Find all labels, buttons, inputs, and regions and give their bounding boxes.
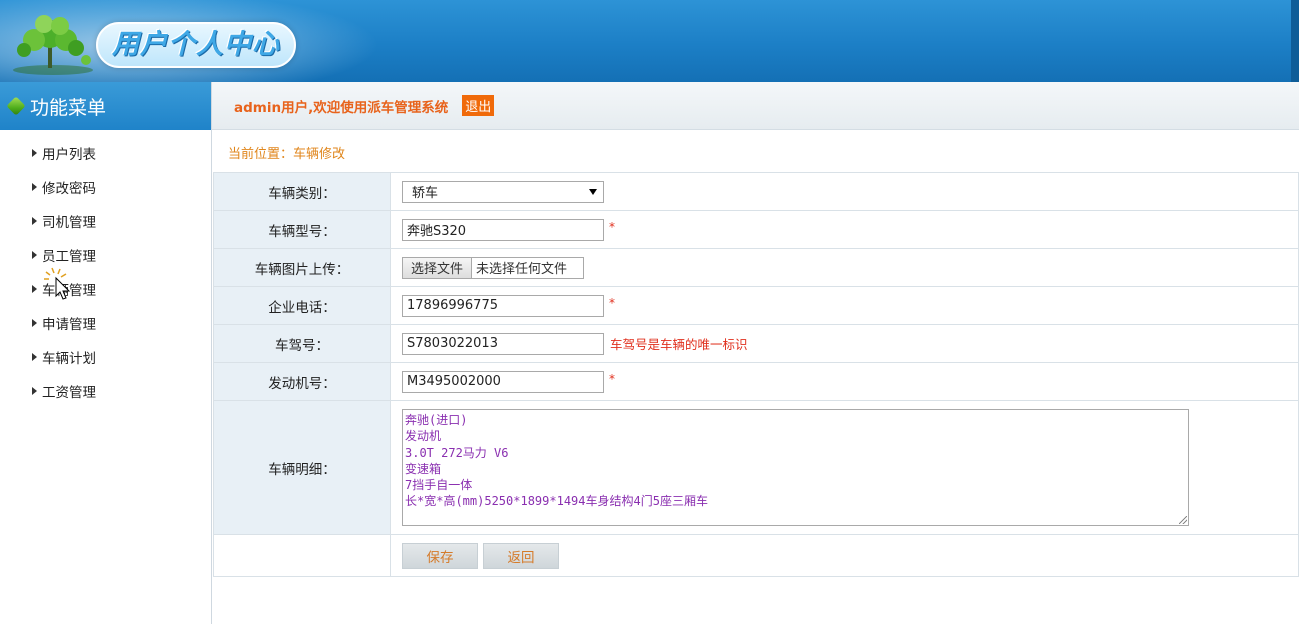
- image-label: 车辆图片上传：: [213, 248, 391, 287]
- form-row-phone: 企业电话： 17896996775 *: [213, 286, 1299, 325]
- file-status: 未选择任何文件: [476, 262, 568, 277]
- mouse-cursor-icon: [44, 267, 71, 300]
- triangle-right-icon: [32, 387, 37, 395]
- required-marker: *: [609, 295, 615, 310]
- triangle-right-icon: [32, 251, 37, 259]
- triangle-right-icon: [32, 353, 37, 361]
- breadcrumb: 当前位置：车辆修改: [228, 147, 346, 162]
- phone-input[interactable]: 17896996775: [402, 294, 604, 317]
- sidebar-item-employees[interactable]: 员工管理: [0, 238, 211, 272]
- detail-textarea[interactable]: 奔驰(进口) 发动机 3.0T 272马力 V6 变速箱 7挡手自一体 长*宽*…: [402, 409, 1189, 526]
- logout-button[interactable]: 退出: [462, 95, 495, 116]
- sidebar-item-change-password[interactable]: 修改密码: [0, 170, 211, 204]
- detail-label: 车辆明细：: [213, 400, 391, 535]
- sidebar: 功能菜单 用户列表 修改密码 司机管理 员工管理 车辆管理 申请管理 车辆计划 …: [0, 82, 212, 624]
- form-row-plate: 车驾号： S7803022013 车驾号是车辆的唯一标识: [213, 324, 1299, 363]
- required-marker: *: [609, 371, 615, 386]
- sidebar-title: 功能菜单: [30, 96, 107, 119]
- welcome-bar: admin用户,欢迎使用派车管理系统 退出: [212, 82, 1299, 130]
- sidebar-item-vehicles[interactable]: 车辆管理: [0, 272, 211, 306]
- file-upload[interactable]: 选择文件 未选择任何文件: [402, 256, 585, 279]
- form-row-actions: 保存 返回: [213, 534, 1299, 577]
- category-select[interactable]: 轿车: [402, 180, 604, 203]
- sidebar-item-applications[interactable]: 申请管理: [0, 306, 211, 340]
- sidebar-header: 功能菜单: [0, 82, 211, 130]
- dropdown-arrow-icon: [589, 188, 597, 195]
- form-row-detail: 车辆明细： 奔驰(进口) 发动机 3.0T 272马力 V6 变速箱 7挡手自一…: [213, 400, 1299, 535]
- sidebar-item-user-list[interactable]: 用户列表: [0, 136, 211, 170]
- save-button[interactable]: 保存: [402, 542, 478, 569]
- sidebar-item-salary[interactable]: 工资管理: [0, 374, 211, 408]
- tree-logo-icon: [13, 15, 93, 75]
- banner-edge: [1291, 0, 1299, 82]
- form-row-engine: 发动机号： M3495002000 *: [213, 362, 1299, 401]
- triangle-right-icon: [32, 217, 37, 225]
- engine-label: 发动机号：: [213, 362, 391, 401]
- sidebar-item-drivers[interactable]: 司机管理: [0, 204, 211, 238]
- app-title: 用户个人中心: [96, 22, 296, 68]
- model-input[interactable]: 奔驰S320: [402, 218, 604, 241]
- back-button[interactable]: 返回: [483, 542, 559, 569]
- form-row-category: 车辆类别： 轿车: [213, 172, 1299, 211]
- phone-label: 企业电话：: [213, 286, 391, 325]
- triangle-right-icon: [32, 149, 37, 157]
- plate-input[interactable]: S7803022013: [402, 332, 604, 355]
- required-marker: *: [609, 219, 615, 234]
- sidebar-menu: 用户列表 修改密码 司机管理 员工管理 车辆管理 申请管理 车辆计划 工资管理: [0, 130, 211, 408]
- triangle-right-icon: [32, 319, 37, 327]
- resize-grip-icon[interactable]: [1179, 516, 1187, 524]
- welcome-text: admin用户,欢迎使用派车管理系统: [234, 99, 449, 116]
- engine-input[interactable]: M3495002000: [402, 370, 604, 393]
- form-row-model: 车辆型号： 奔驰S320 *: [213, 210, 1299, 249]
- plate-label: 车驾号：: [213, 324, 391, 363]
- header-banner: 用户个人中心: [0, 0, 1299, 82]
- choose-file-button[interactable]: 选择文件: [403, 257, 473, 278]
- model-label: 车辆型号：: [213, 210, 391, 249]
- category-label: 车辆类别：: [213, 172, 391, 211]
- form-row-image: 车辆图片上传： 选择文件 未选择任何文件: [213, 248, 1299, 287]
- vehicle-edit-form: 车辆类别： 轿车 车辆型号： 奔驰S320 * 车辆图片上传： 选择文件 未选择任…: [213, 172, 1299, 577]
- plate-hint: 车驾号是车辆的唯一标识: [610, 337, 748, 352]
- cube-icon: [6, 96, 26, 116]
- triangle-right-icon: [32, 183, 37, 191]
- triangle-right-icon: [32, 285, 37, 293]
- sidebar-item-vehicle-plan[interactable]: 车辆计划: [0, 340, 211, 374]
